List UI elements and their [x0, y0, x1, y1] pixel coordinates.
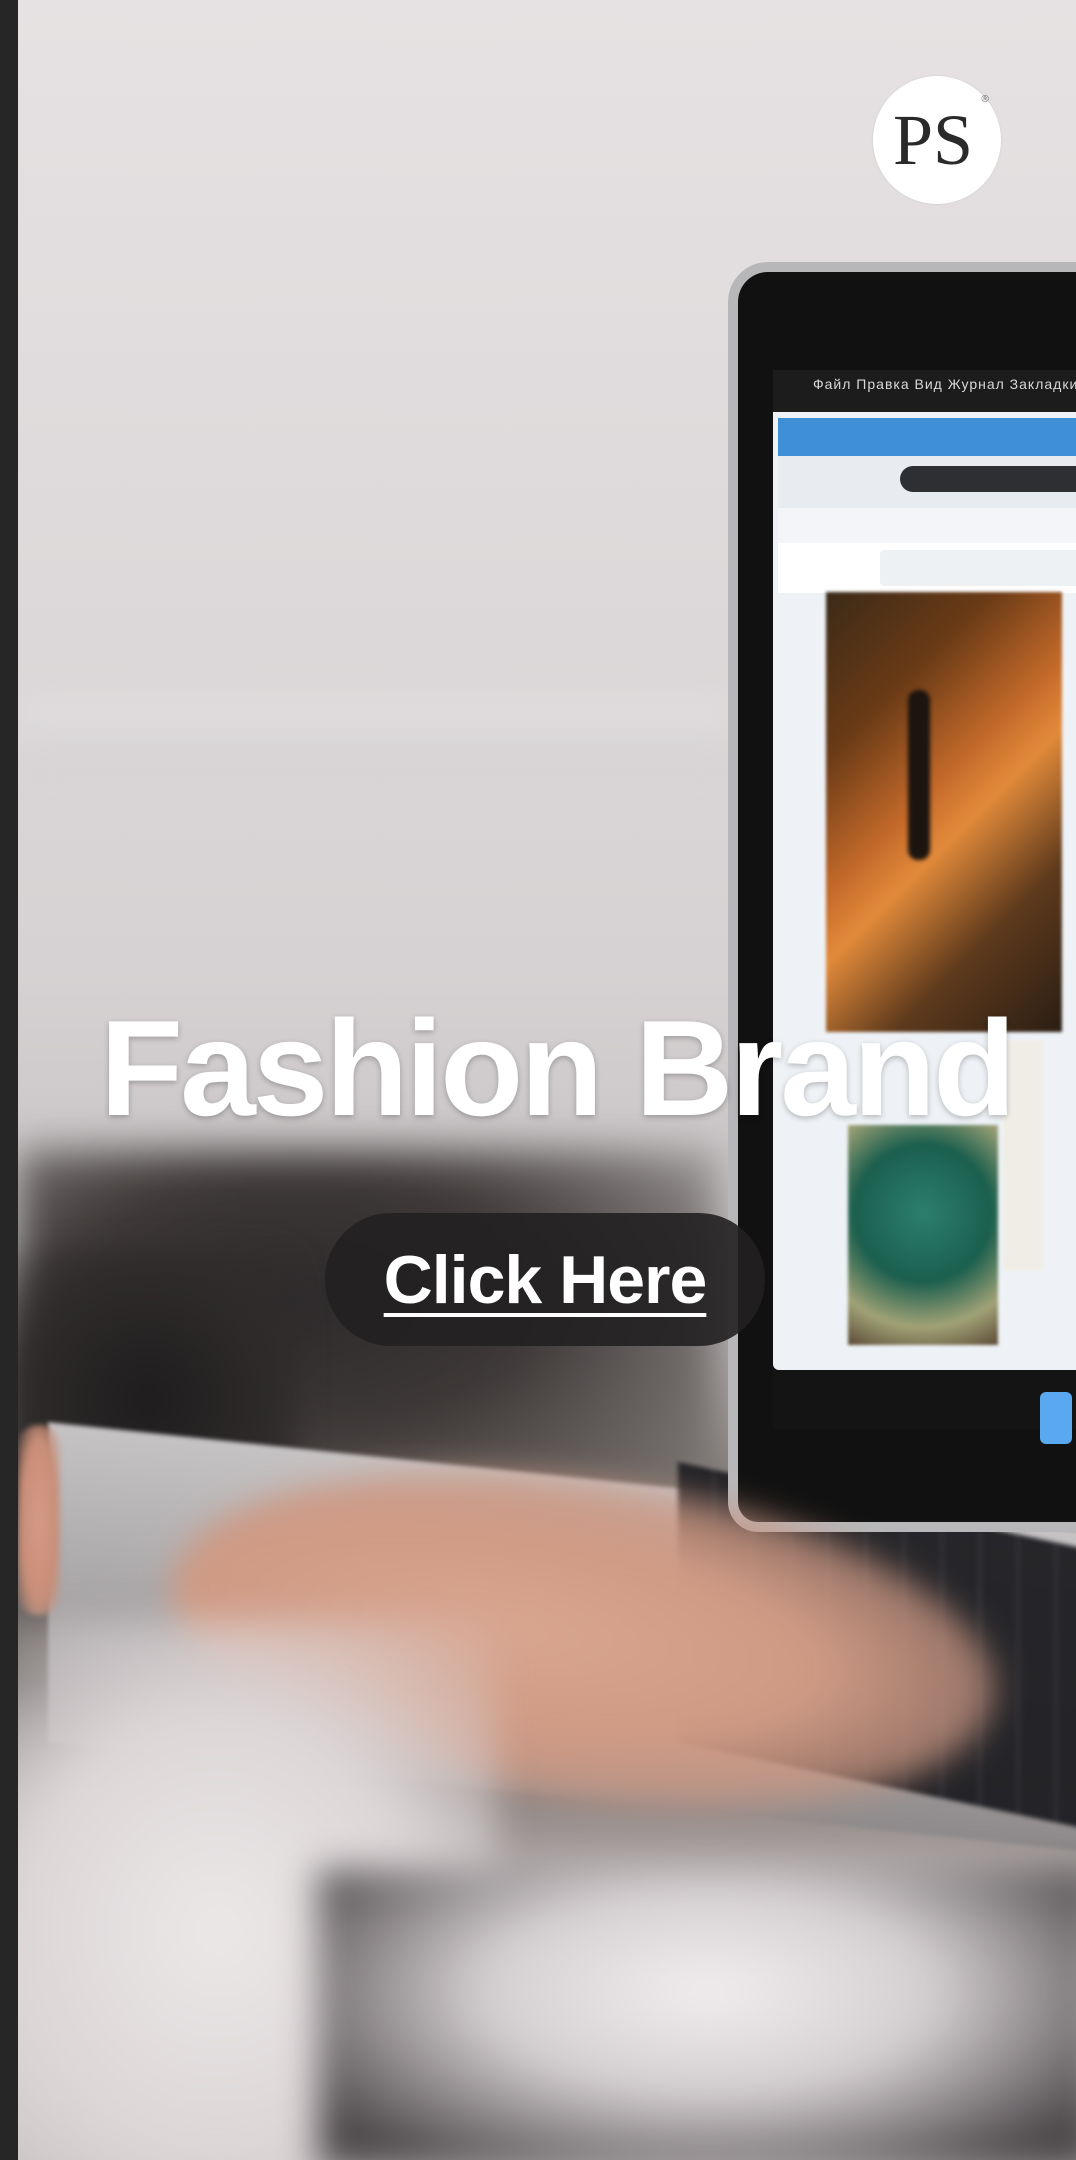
left-finger	[18, 1425, 60, 1615]
click-here-label[interactable]: Click Here	[384, 1241, 708, 1319]
screen-photo-figure	[908, 690, 930, 860]
screen-photo-street	[826, 592, 1062, 1032]
left-edge-bar	[0, 0, 18, 2160]
screen-app-search	[880, 550, 1076, 586]
brand-logo[interactable]: PS ®	[873, 76, 1001, 204]
screen-dock-area	[773, 1370, 1076, 1430]
screen-menubar-text: Файл Правка Вид Журнал Закладки Инструме…	[813, 376, 1076, 392]
finder-icon	[1040, 1392, 1072, 1444]
registered-mark: ®	[981, 94, 989, 105]
screen-url-bar	[900, 466, 1076, 492]
screen-photo-green	[848, 1125, 998, 1345]
screen-browser-tabs	[778, 418, 1076, 456]
background-shelf	[18, 700, 738, 770]
hero-headline: Fashion Brand	[100, 992, 1016, 1144]
click-here-button[interactable]: Click Here	[325, 1213, 765, 1346]
logo-letters: PS	[893, 100, 973, 180]
foreground-blur	[318, 1870, 1076, 2160]
ps-logo-icon: PS ®	[893, 94, 989, 180]
screen-bookmarks-bar	[778, 508, 1076, 544]
